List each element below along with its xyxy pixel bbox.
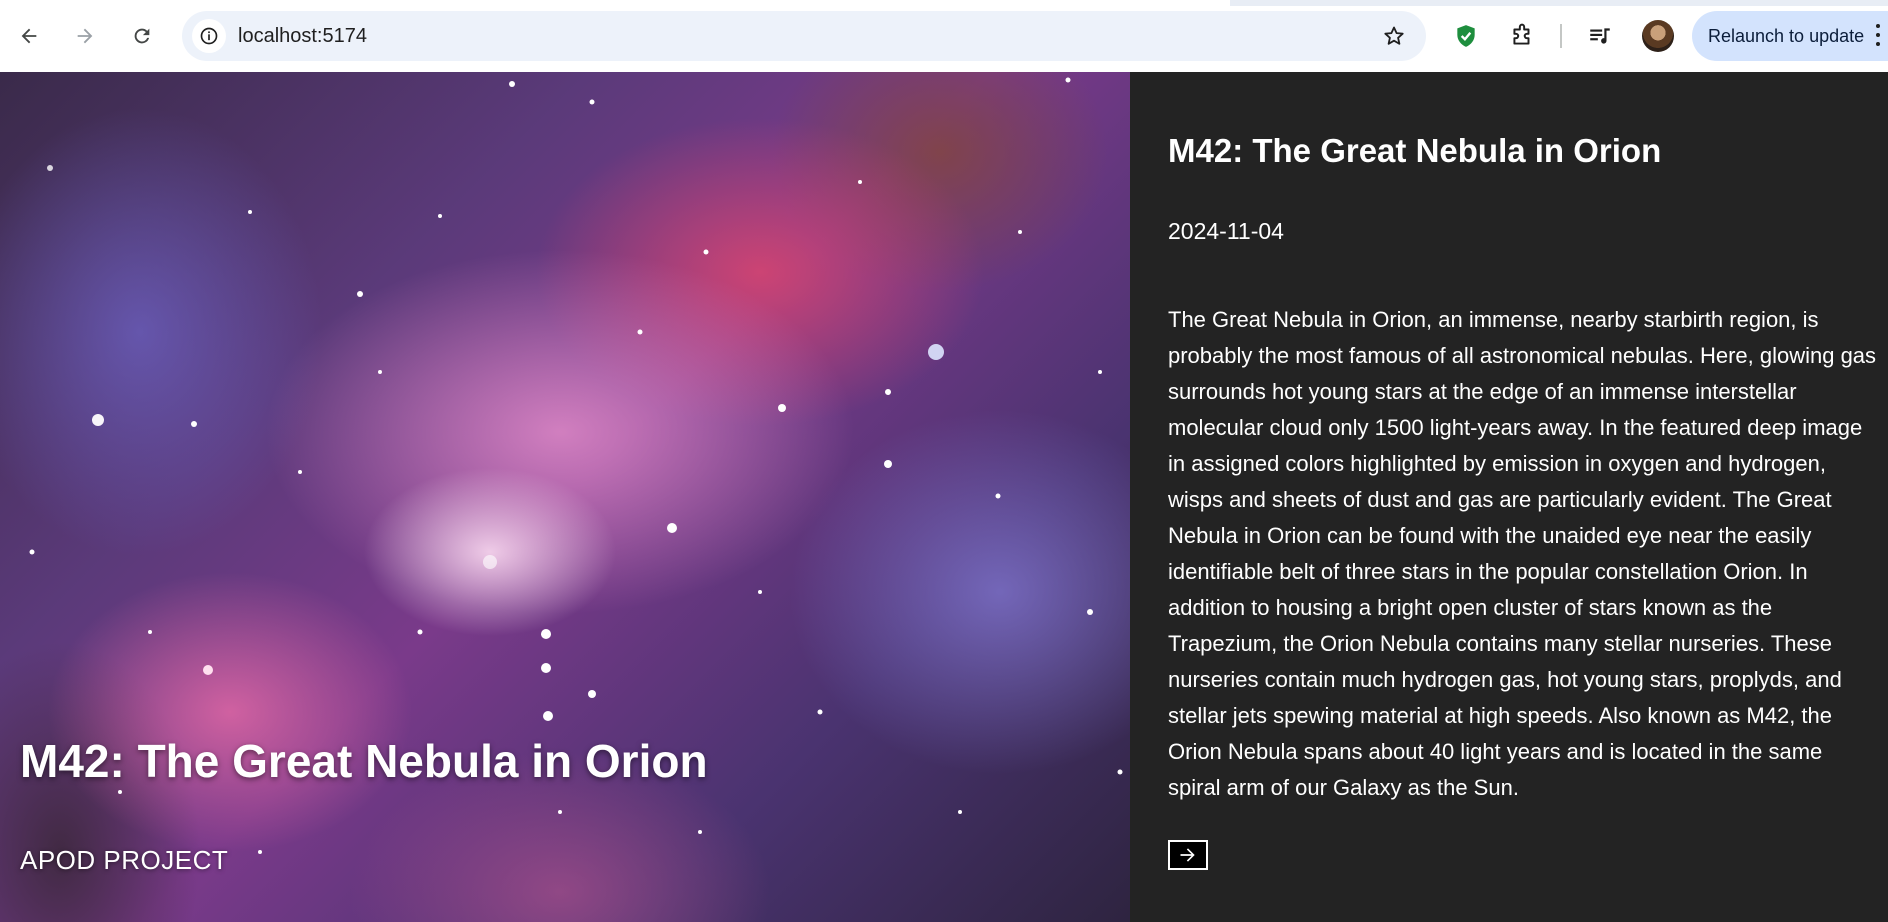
shield-check-icon — [1457, 25, 1475, 47]
back-button[interactable] — [11, 18, 47, 54]
browser-toolbar: localhost:5174 Relaunch to update — [0, 0, 1888, 73]
arrow-left-icon — [21, 28, 37, 44]
apod-date: 2024-11-04 — [1168, 218, 1284, 244]
media-button[interactable] — [1586, 22, 1614, 50]
tab-strip — [0, 0, 1888, 6]
next-button[interactable] — [1168, 840, 1208, 870]
forward-button[interactable] — [67, 18, 103, 54]
reload-icon — [134, 28, 150, 44]
reload-button[interactable] — [124, 18, 160, 54]
profile-avatar[interactable] — [1642, 20, 1674, 52]
hero-image: M42: The Great Nebula in Orion APOD PROJ… — [0, 72, 1130, 922]
url-text[interactable]: localhost:5174 — [238, 25, 367, 47]
arrow-right-icon — [77, 28, 93, 44]
media-queue-icon — [1590, 28, 1610, 44]
more-vert-icon[interactable] — [1876, 24, 1882, 48]
puzzle-icon — [1513, 23, 1530, 45]
nebula-starfield — [29, 77, 1123, 854]
shield-extension-button[interactable] — [1452, 22, 1480, 50]
apod-explanation: The Great Nebula in Orion, an immense, n… — [1168, 307, 1877, 800]
extensions-button[interactable] — [1508, 22, 1536, 50]
arrow-right-icon — [1180, 848, 1195, 862]
relaunch-button[interactable]: Relaunch to update — [1692, 11, 1888, 61]
toolbar-divider — [1560, 24, 1562, 48]
address-bar[interactable]: localhost:5174 — [182, 11, 1426, 61]
project-label: APOD PROJECT — [20, 845, 229, 875]
site-info-button[interactable] — [192, 19, 226, 53]
star-icon[interactable] — [1382, 24, 1406, 48]
info-icon — [200, 27, 218, 45]
apod-title: M42: The Great Nebula in Orion — [1168, 132, 1662, 169]
info-panel: M42: The Great Nebula in Orion 2024-11-0… — [1130, 72, 1888, 922]
relaunch-label: Relaunch to update — [1708, 25, 1865, 46]
hero-title: M42: The Great Nebula in Orion — [20, 735, 708, 787]
